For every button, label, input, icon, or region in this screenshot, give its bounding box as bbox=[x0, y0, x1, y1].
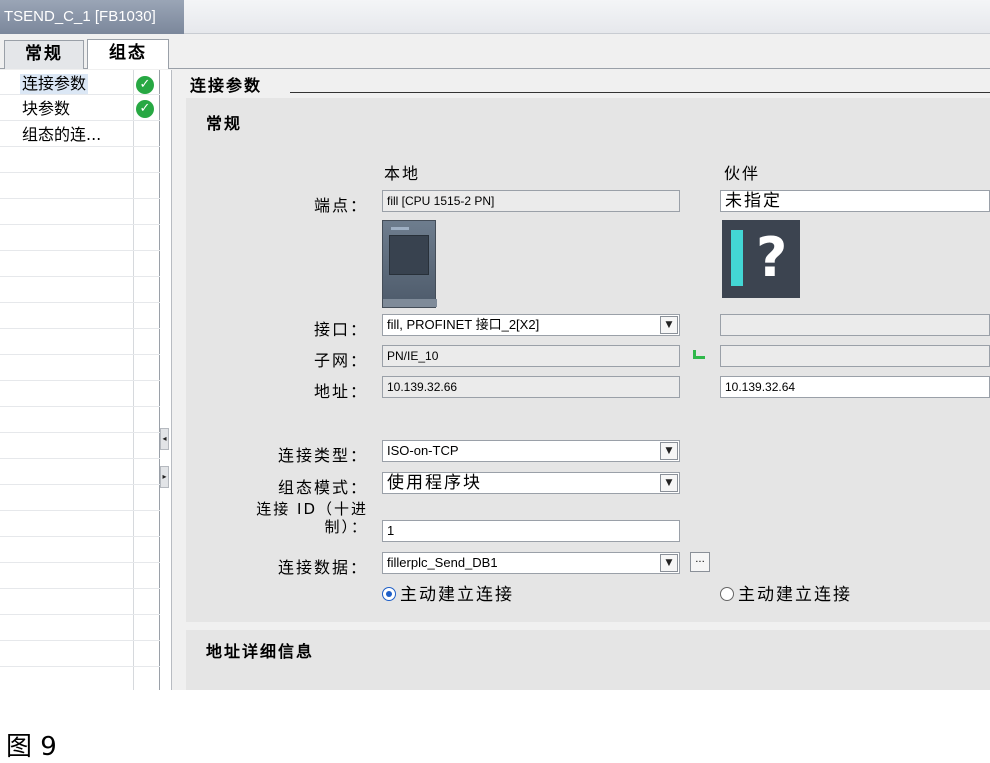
radio-partner-label: 主动建立连接 bbox=[738, 585, 852, 605]
row-divider bbox=[0, 276, 160, 277]
endpoint-local-field: fill [CPU 1515-2 PN] bbox=[382, 190, 680, 212]
tab-general[interactable]: 常规 bbox=[4, 40, 84, 69]
row-divider bbox=[0, 146, 160, 147]
radio-unselected-icon[interactable] bbox=[720, 587, 734, 601]
collapse-left-arrow-icon[interactable]: ◂ bbox=[160, 428, 169, 450]
endpoint-partner-field[interactable]: 未指定 bbox=[720, 190, 990, 212]
figure-caption: 图 9 bbox=[6, 732, 57, 762]
window-title: TSEND_C_1 [FB1030] bbox=[0, 0, 184, 34]
general-panel-title: 常规 bbox=[206, 114, 243, 133]
row-divider bbox=[0, 640, 160, 641]
interface-label: 接口： bbox=[313, 320, 368, 339]
tab-configuration[interactable]: 组态 bbox=[87, 39, 169, 69]
connection-id-label: 连接 ID（十进 制）： bbox=[198, 500, 368, 536]
check-icon: ✓ bbox=[136, 76, 154, 94]
partner-column-header: 伙伴 bbox=[724, 164, 761, 183]
config-mode-label: 组态模式： bbox=[277, 478, 368, 497]
connection-type-select[interactable]: ISO-on-TCP bbox=[382, 440, 680, 462]
sidebar-nav: 连接参数 ✓ 块参数 ✓ 组态的连... ◂ ▸ bbox=[0, 70, 172, 690]
subnet-local-field: PN/IE_10 bbox=[382, 345, 680, 367]
connection-type-label: 连接类型： bbox=[277, 446, 368, 465]
interface-partner-field bbox=[720, 314, 990, 336]
endpoint-label: 端点： bbox=[313, 196, 368, 215]
config-mode-select[interactable]: 使用程序块 bbox=[382, 472, 680, 494]
expand-right-arrow-icon[interactable]: ▸ bbox=[160, 466, 169, 488]
address-details-panel: 地址详细信息 bbox=[186, 630, 990, 690]
row-divider bbox=[0, 562, 160, 563]
network-link-icon bbox=[693, 350, 705, 359]
general-panel: 常规 本地 伙伴 端点： fill [CPU 1515-2 PN] 未指定 ? … bbox=[186, 98, 990, 622]
radio-selected-icon[interactable] bbox=[382, 587, 396, 601]
row-divider bbox=[0, 120, 160, 121]
subnet-partner-field bbox=[720, 345, 990, 367]
connection-data-label: 连接数据： bbox=[277, 558, 368, 577]
cpu-device-image bbox=[382, 220, 437, 308]
row-divider bbox=[0, 354, 160, 355]
row-divider bbox=[0, 588, 160, 589]
connection-data-browse-button[interactable]: ... bbox=[690, 552, 710, 572]
row-divider bbox=[0, 458, 160, 459]
row-divider bbox=[0, 432, 160, 433]
config-mode-dropdown-chevron-icon[interactable]: ▼ bbox=[660, 474, 678, 492]
interface-dropdown-chevron-icon[interactable]: ▼ bbox=[660, 316, 678, 334]
row-divider bbox=[0, 510, 160, 511]
main-content: 连接参数 常规 本地 伙伴 端点： fill [CPU 1515-2 PN] 未… bbox=[172, 70, 990, 690]
row-divider bbox=[0, 484, 160, 485]
row-divider bbox=[0, 614, 160, 615]
row-divider bbox=[0, 250, 160, 251]
check-icon: ✓ bbox=[136, 100, 154, 118]
property-tabs: 常规 组态 bbox=[0, 38, 990, 69]
connection-data-select[interactable]: fillerplc_Send_DB1 bbox=[382, 552, 680, 574]
section-rule bbox=[290, 92, 990, 93]
subnet-label: 子网： bbox=[313, 351, 368, 370]
row-divider bbox=[0, 536, 160, 537]
connection-data-dropdown-chevron-icon[interactable]: ▼ bbox=[660, 554, 678, 572]
sidebar-item-connection-parameters[interactable]: 连接参数 bbox=[20, 74, 89, 94]
editor-titlebar: TSEND_C_1 [FB1030] bbox=[0, 0, 990, 34]
connection-type-dropdown-chevron-icon[interactable]: ▼ bbox=[660, 442, 678, 460]
address-label: 地址： bbox=[313, 382, 368, 401]
connection-id-input[interactable]: 1 bbox=[382, 520, 680, 542]
sidebar-item-block-parameters[interactable]: 块参数 bbox=[22, 99, 70, 119]
row-divider bbox=[0, 198, 160, 199]
row-divider bbox=[0, 302, 160, 303]
connection-id-label-line1: 连接 ID（十进 bbox=[256, 500, 368, 518]
row-divider bbox=[0, 328, 160, 329]
row-divider bbox=[0, 406, 160, 407]
row-divider bbox=[0, 172, 160, 173]
address-details-title: 地址详细信息 bbox=[206, 642, 315, 661]
tia-portal-window: TSEND_C_1 [FB1030] 常规 组态 连接参数 ✓ 块参数 ✓ 组态… bbox=[0, 0, 990, 690]
radio-partner-active-connection[interactable]: 主动建立连接 bbox=[720, 580, 852, 605]
interface-local-select[interactable]: fill, PROFINET 接口_2[X2] bbox=[382, 314, 680, 336]
row-divider bbox=[0, 666, 160, 667]
radio-local-label: 主动建立连接 bbox=[400, 585, 514, 605]
sidebar-item-configured-connections[interactable]: 组态的连... bbox=[22, 125, 101, 145]
row-divider bbox=[0, 224, 160, 225]
radio-local-active-connection[interactable]: 主动建立连接 bbox=[382, 580, 514, 605]
section-title-connection-parameters: 连接参数 bbox=[190, 76, 263, 95]
unknown-partner-device-image: ? bbox=[722, 220, 800, 298]
row-divider bbox=[0, 94, 160, 95]
row-divider bbox=[0, 380, 160, 381]
address-local-field: 10.139.32.66 bbox=[382, 376, 680, 398]
connection-id-label-line2: 制）： bbox=[324, 518, 368, 536]
address-partner-field[interactable]: 10.139.32.64 bbox=[720, 376, 990, 398]
local-column-header: 本地 bbox=[384, 164, 421, 183]
